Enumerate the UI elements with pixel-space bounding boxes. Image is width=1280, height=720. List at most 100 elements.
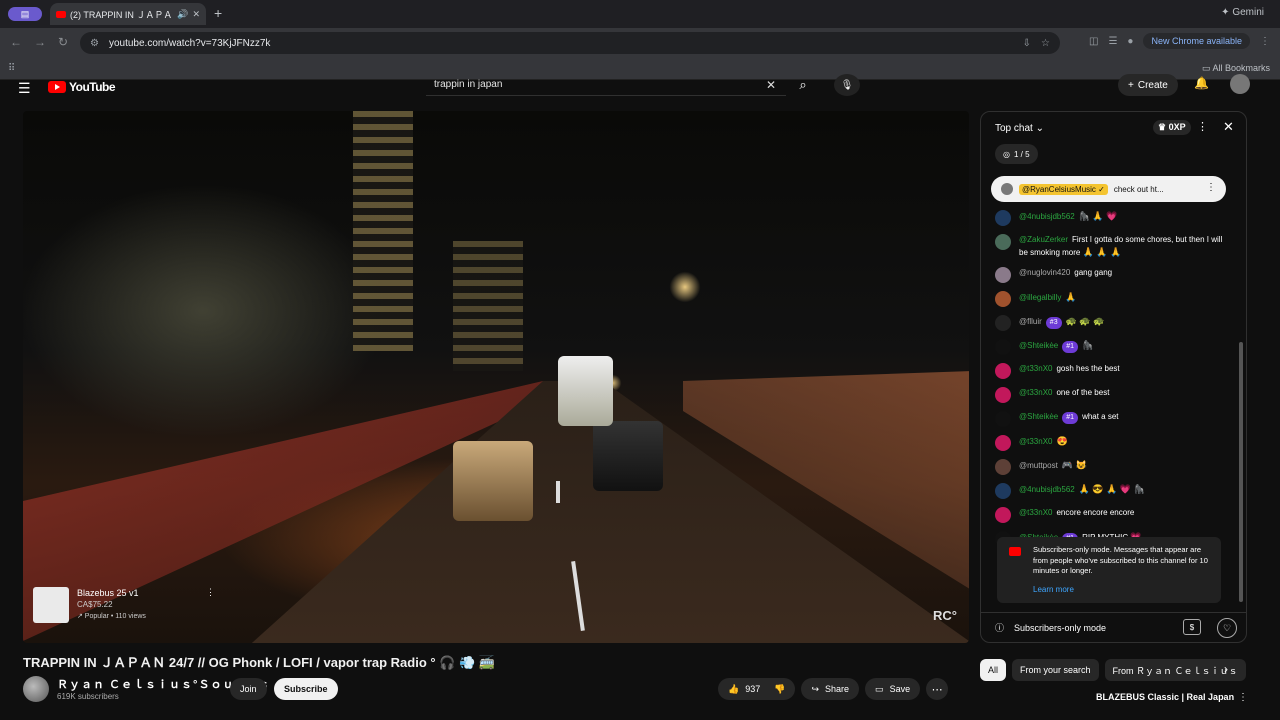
chat-avatar[interactable] — [995, 507, 1011, 523]
chat-message[interactable]: @t33nX0 😍 — [981, 435, 1246, 451]
back-icon[interactable]: ← — [10, 35, 22, 49]
chat-emoji: 😍 — [1056, 436, 1068, 446]
new-chrome-button[interactable]: New Chrome available — [1143, 33, 1250, 49]
super-chat-icon[interactable]: $ — [1183, 619, 1201, 635]
youtube-logo[interactable]: YouTube — [48, 80, 116, 94]
chat-avatar[interactable] — [995, 363, 1011, 379]
recommended-video-title[interactable]: BLAZEBUS Classic | Real Japan — [1096, 692, 1234, 702]
reading-list-icon[interactable]: ☰ — [1108, 36, 1117, 47]
chat-goal[interactable]: ◎ 1 / 5 — [995, 144, 1038, 164]
forward-icon[interactable]: → — [34, 35, 46, 49]
site-info-icon[interactable]: ⚙ — [90, 38, 99, 49]
new-tab-icon[interactable]: + — [214, 5, 222, 21]
chat-mode-dropdown[interactable]: Top chat ⌄ — [995, 123, 1044, 134]
save-button[interactable]: ▭ Save — [865, 678, 921, 700]
pinned-menu-icon[interactable]: ⋮ — [1206, 182, 1216, 193]
chat-message[interactable]: @t33nX0 one of the best — [981, 387, 1246, 403]
filter-chip[interactable]: All — [980, 659, 1007, 681]
pinned-message[interactable]: @RyanCelsiusMusic ✓ check out ht... ⋮ — [991, 176, 1226, 202]
hamburger-menu-icon[interactable]: ☰ — [18, 80, 31, 97]
account-avatar[interactable] — [1230, 74, 1250, 94]
chat-avatar[interactable] — [995, 483, 1011, 499]
notifications-bell-icon[interactable]: 🔔 — [1194, 76, 1209, 90]
chat-message[interactable]: @ZakuZerker First I gotta do some chores,… — [981, 234, 1246, 259]
share-button[interactable]: ↪ Share — [801, 678, 860, 700]
clear-search-icon[interactable]: ✕ — [766, 78, 776, 92]
chat-avatar[interactable] — [995, 315, 1011, 331]
building-left — [353, 111, 413, 351]
xp-badge[interactable]: ♛ 0XP — [1153, 120, 1191, 135]
channel-avatar[interactable] — [23, 676, 49, 702]
chat-menu-icon[interactable]: ⋮ — [1197, 120, 1208, 133]
extensions-icon[interactable]: ◫ — [1089, 36, 1098, 47]
filter-chip[interactable]: From your search — [1012, 659, 1099, 681]
chat-scrollbar[interactable] — [1239, 342, 1243, 602]
learn-more-link[interactable]: Learn more — [1033, 585, 1211, 596]
more-actions-icon[interactable]: ⋯ — [926, 678, 949, 700]
chat-avatar[interactable] — [995, 234, 1011, 250]
chat-author[interactable]: @t33nX0 — [1019, 388, 1052, 397]
chat-author[interactable]: @ZakuZerker — [1019, 235, 1068, 244]
chat-message[interactable]: @illegalbilly 🙏 — [981, 291, 1246, 307]
chat-avatar[interactable] — [995, 339, 1011, 355]
chat-message[interactable]: @t33nX0 encore encore encore — [981, 507, 1246, 523]
chrome-menu-icon[interactable]: ⋮ — [1260, 36, 1270, 47]
chat-avatar[interactable] — [995, 267, 1011, 283]
pinned-author: @RyanCelsiusMusic ✓ — [1019, 183, 1108, 195]
chat-avatar[interactable] — [995, 291, 1011, 307]
create-button[interactable]: + Create — [1118, 74, 1178, 96]
chat-author[interactable]: @t33nX0 — [1019, 364, 1052, 373]
close-chat-icon[interactable]: ✕ — [1223, 119, 1234, 135]
gemini-button[interactable]: ✦ Gemini — [1221, 7, 1264, 18]
chat-avatar[interactable] — [995, 435, 1011, 451]
chat-author[interactable]: @4nubisjdb562 — [1019, 485, 1075, 494]
chat-author[interactable]: @t33nX0 — [1019, 437, 1052, 446]
search-input[interactable]: trappin in japan ✕ — [426, 74, 786, 96]
chat-emoji: 🐢 🐢 🐢 — [1065, 316, 1105, 326]
dislike-icon[interactable]: 👎 — [774, 684, 785, 695]
bookmark-star-icon[interactable]: ☆ — [1041, 38, 1050, 49]
search-icon[interactable]: ⌕ — [788, 74, 818, 96]
tab-search-icon[interactable]: ▤ — [8, 7, 42, 21]
chat-message[interactable]: @muttpost 🎮 😺 — [981, 459, 1246, 475]
speaker-icon[interactable]: 🔊 — [177, 9, 188, 20]
chat-message[interactable]: @nuglovin420 gang gang — [981, 267, 1246, 283]
chat-avatar[interactable] — [995, 387, 1011, 403]
reload-icon[interactable]: ↻ — [58, 35, 68, 49]
heart-icon[interactable]: ♡ — [1217, 618, 1237, 638]
install-icon[interactable]: ⇩ — [1023, 38, 1031, 49]
close-tab-icon[interactable]: ✕ — [192, 9, 200, 20]
microphone-icon[interactable]: 🎙 — [834, 74, 860, 96]
chat-avatar[interactable] — [995, 210, 1011, 226]
product-menu-icon[interactable]: ⋮ — [206, 587, 215, 598]
chat-author[interactable]: @flluir — [1019, 317, 1042, 326]
recommended-menu-icon[interactable]: ⋮ — [1238, 692, 1248, 703]
chat-author[interactable]: @Shteikėe — [1019, 412, 1058, 421]
chevron-right-icon[interactable]: › — [1224, 662, 1228, 676]
subscribe-button[interactable]: Subscribe — [274, 678, 338, 700]
chat-author[interactable]: @nuglovin420 — [1019, 268, 1070, 277]
chat-author[interactable]: @4nubisjdb562 — [1019, 212, 1075, 221]
chat-message[interactable]: @Shteikėe #1 what a set — [981, 411, 1246, 427]
chat-message[interactable]: @flluir #3 🐢 🐢 🐢 — [981, 315, 1246, 331]
chat-message[interactable]: @4nubisjdb562 🙏 😎 🙏 💗 🦍 — [981, 483, 1246, 499]
profile-icon[interactable]: ● — [1127, 36, 1133, 47]
chat-author[interactable]: @illegalbilly — [1019, 293, 1061, 302]
chat-avatar[interactable] — [995, 459, 1011, 475]
address-bar[interactable]: ⚙ youtube.com/watch?v=73KjJFNzz7k ⇩ ☆ — [80, 32, 1060, 54]
browser-tab[interactable]: (2) TRAPPIN IN ＪＡＰＡＮ 🔊 ✕ — [50, 3, 206, 25]
like-button[interactable]: 👍 937 👎 — [718, 678, 796, 700]
chat-author[interactable]: @muttpost — [1019, 461, 1058, 470]
chat-author[interactable]: @Shteikėe — [1019, 341, 1058, 350]
url-text[interactable]: youtube.com/watch?v=73KjJFNzz7k — [109, 38, 1013, 49]
chat-message[interactable]: @Shteikėe #1 🦍 — [981, 339, 1246, 355]
apps-grid-icon[interactable]: ⠿ — [8, 63, 15, 74]
chat-message[interactable]: @t33nX0 gosh hes the best — [981, 363, 1246, 379]
chat-message[interactable]: @4nubisjdb562 🦍 🙏 💗 — [981, 210, 1246, 226]
all-bookmarks-button[interactable]: ▭ All Bookmarks — [1202, 63, 1270, 74]
video-player[interactable]: RC° Blazebus 25 v1 CA$75.22 ↗ Popular • … — [23, 111, 969, 643]
join-button[interactable]: Join — [230, 678, 267, 700]
chat-avatar[interactable] — [995, 411, 1011, 427]
chat-author[interactable]: @t33nX0 — [1019, 508, 1052, 517]
product-card[interactable]: Blazebus 25 v1 CA$75.22 ↗ Popular • 110 … — [33, 585, 215, 625]
